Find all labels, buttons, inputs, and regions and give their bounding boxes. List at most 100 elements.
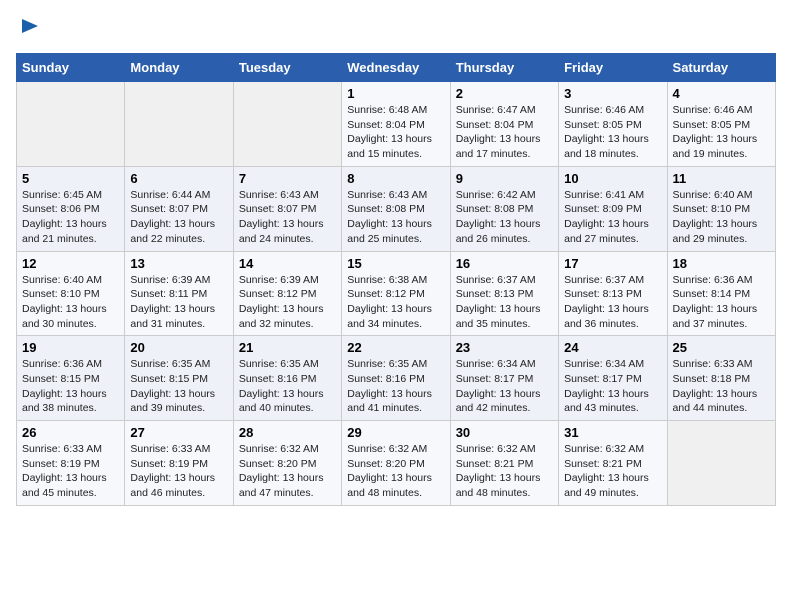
calendar-cell: 24 Sunrise: 6:34 AM Sunset: 8:17 PM Dayli… (559, 336, 667, 421)
calendar-cell: 23 Sunrise: 6:34 AM Sunset: 8:17 PM Dayli… (450, 336, 558, 421)
day-info: Sunrise: 6:46 AM Sunset: 8:05 PM Dayligh… (564, 103, 661, 162)
calendar-cell: 19 Sunrise: 6:36 AM Sunset: 8:15 PM Dayli… (17, 336, 125, 421)
day-number: 14 (239, 256, 336, 271)
day-number: 3 (564, 86, 661, 101)
calendar-week-4: 19 Sunrise: 6:36 AM Sunset: 8:15 PM Dayli… (17, 336, 776, 421)
day-info: Sunrise: 6:34 AM Sunset: 8:17 PM Dayligh… (564, 357, 661, 416)
day-info: Sunrise: 6:33 AM Sunset: 8:19 PM Dayligh… (22, 442, 119, 501)
day-number: 18 (673, 256, 770, 271)
day-number: 25 (673, 340, 770, 355)
calendar-week-2: 5 Sunrise: 6:45 AM Sunset: 8:06 PM Daylig… (17, 166, 776, 251)
day-number: 10 (564, 171, 661, 186)
day-info: Sunrise: 6:45 AM Sunset: 8:06 PM Dayligh… (22, 188, 119, 247)
day-number: 2 (456, 86, 553, 101)
day-info: Sunrise: 6:33 AM Sunset: 8:18 PM Dayligh… (673, 357, 770, 416)
day-info: Sunrise: 6:41 AM Sunset: 8:09 PM Dayligh… (564, 188, 661, 247)
day-info: Sunrise: 6:37 AM Sunset: 8:13 PM Dayligh… (456, 273, 553, 332)
day-info: Sunrise: 6:42 AM Sunset: 8:08 PM Dayligh… (456, 188, 553, 247)
day-info: Sunrise: 6:44 AM Sunset: 8:07 PM Dayligh… (130, 188, 227, 247)
day-info: Sunrise: 6:46 AM Sunset: 8:05 PM Dayligh… (673, 103, 770, 162)
day-number: 23 (456, 340, 553, 355)
day-number: 15 (347, 256, 444, 271)
day-number: 30 (456, 425, 553, 440)
day-info: Sunrise: 6:36 AM Sunset: 8:15 PM Dayligh… (22, 357, 119, 416)
calendar-cell: 20 Sunrise: 6:35 AM Sunset: 8:15 PM Dayli… (125, 336, 233, 421)
calendar-cell: 1Sunrise: 6:48 AM Sunset: 8:04 PM Daylig… (342, 82, 450, 167)
calendar-cell: 30 Sunrise: 6:32 AM Sunset: 8:21 PM Dayli… (450, 421, 558, 506)
day-info: Sunrise: 6:43 AM Sunset: 8:08 PM Dayligh… (347, 188, 444, 247)
calendar-cell: 22 Sunrise: 6:35 AM Sunset: 8:16 PM Dayli… (342, 336, 450, 421)
day-info: Sunrise: 6:34 AM Sunset: 8:17 PM Dayligh… (456, 357, 553, 416)
day-number: 9 (456, 171, 553, 186)
day-info: Sunrise: 6:39 AM Sunset: 8:12 PM Dayligh… (239, 273, 336, 332)
calendar-cell: 14 Sunrise: 6:39 AM Sunset: 8:12 PM Dayli… (233, 251, 341, 336)
day-number: 28 (239, 425, 336, 440)
col-header-friday: Friday (559, 54, 667, 82)
calendar-cell: 29 Sunrise: 6:32 AM Sunset: 8:20 PM Dayli… (342, 421, 450, 506)
day-number: 19 (22, 340, 119, 355)
calendar-cell: 3 Sunrise: 6:46 AM Sunset: 8:05 PM Daylig… (559, 82, 667, 167)
day-number: 5 (22, 171, 119, 186)
day-number: 20 (130, 340, 227, 355)
calendar-cell: 12Sunrise: 6:40 AM Sunset: 8:10 PM Dayli… (17, 251, 125, 336)
day-info: Sunrise: 6:35 AM Sunset: 8:15 PM Dayligh… (130, 357, 227, 416)
day-number: 1 (347, 86, 444, 101)
calendar-cell: 28 Sunrise: 6:32 AM Sunset: 8:20 PM Dayli… (233, 421, 341, 506)
calendar-cell: 4 Sunrise: 6:46 AM Sunset: 8:05 PM Daylig… (667, 82, 775, 167)
col-header-saturday: Saturday (667, 54, 775, 82)
calendar-week-3: 12Sunrise: 6:40 AM Sunset: 8:10 PM Dayli… (17, 251, 776, 336)
day-number: 31 (564, 425, 661, 440)
day-number: 17 (564, 256, 661, 271)
calendar-cell: 18 Sunrise: 6:36 AM Sunset: 8:14 PM Dayli… (667, 251, 775, 336)
calendar-cell: 8 Sunrise: 6:43 AM Sunset: 8:08 PM Daylig… (342, 166, 450, 251)
day-number: 24 (564, 340, 661, 355)
day-number: 6 (130, 171, 227, 186)
calendar-cell: 15 Sunrise: 6:38 AM Sunset: 8:12 PM Dayli… (342, 251, 450, 336)
day-info: Sunrise: 6:38 AM Sunset: 8:12 PM Dayligh… (347, 273, 444, 332)
calendar-cell: 26 Sunrise: 6:33 AM Sunset: 8:19 PM Dayli… (17, 421, 125, 506)
calendar-cell: 31 Sunrise: 6:32 AM Sunset: 8:21 PM Dayli… (559, 421, 667, 506)
day-info: Sunrise: 6:33 AM Sunset: 8:19 PM Dayligh… (130, 442, 227, 501)
calendar-cell: 25 Sunrise: 6:33 AM Sunset: 8:18 PM Dayli… (667, 336, 775, 421)
col-header-wednesday: Wednesday (342, 54, 450, 82)
calendar: SundayMondayTuesdayWednesdayThursdayFrid… (16, 53, 776, 506)
calendar-week-5: 26 Sunrise: 6:33 AM Sunset: 8:19 PM Dayli… (17, 421, 776, 506)
day-info: Sunrise: 6:32 AM Sunset: 8:21 PM Dayligh… (564, 442, 661, 501)
calendar-cell: 21Sunrise: 6:35 AM Sunset: 8:16 PM Dayli… (233, 336, 341, 421)
day-number: 11 (673, 171, 770, 186)
calendar-week-1: 1Sunrise: 6:48 AM Sunset: 8:04 PM Daylig… (17, 82, 776, 167)
calendar-cell: 9 Sunrise: 6:42 AM Sunset: 8:08 PM Daylig… (450, 166, 558, 251)
col-header-monday: Monday (125, 54, 233, 82)
day-number: 26 (22, 425, 119, 440)
col-header-tuesday: Tuesday (233, 54, 341, 82)
calendar-cell (17, 82, 125, 167)
day-info: Sunrise: 6:40 AM Sunset: 8:10 PM Dayligh… (673, 188, 770, 247)
calendar-cell: 2 Sunrise: 6:47 AM Sunset: 8:04 PM Daylig… (450, 82, 558, 167)
day-number: 29 (347, 425, 444, 440)
day-info: Sunrise: 6:36 AM Sunset: 8:14 PM Dayligh… (673, 273, 770, 332)
day-number: 22 (347, 340, 444, 355)
header (16, 16, 776, 41)
calendar-cell: 16Sunrise: 6:37 AM Sunset: 8:13 PM Dayli… (450, 251, 558, 336)
day-info: Sunrise: 6:32 AM Sunset: 8:20 PM Dayligh… (347, 442, 444, 501)
calendar-cell: 13 Sunrise: 6:39 AM Sunset: 8:11 PM Dayli… (125, 251, 233, 336)
day-number: 8 (347, 171, 444, 186)
logo-arrow-icon (20, 16, 40, 41)
day-number: 7 (239, 171, 336, 186)
day-info: Sunrise: 6:39 AM Sunset: 8:11 PM Dayligh… (130, 273, 227, 332)
calendar-cell: 6 Sunrise: 6:44 AM Sunset: 8:07 PM Daylig… (125, 166, 233, 251)
col-header-thursday: Thursday (450, 54, 558, 82)
day-info: Sunrise: 6:35 AM Sunset: 8:16 PM Dayligh… (347, 357, 444, 416)
calendar-cell: 5 Sunrise: 6:45 AM Sunset: 8:06 PM Daylig… (17, 166, 125, 251)
day-number: 4 (673, 86, 770, 101)
col-header-sunday: Sunday (17, 54, 125, 82)
day-info: Sunrise: 6:32 AM Sunset: 8:20 PM Dayligh… (239, 442, 336, 501)
calendar-cell: 11 Sunrise: 6:40 AM Sunset: 8:10 PM Dayli… (667, 166, 775, 251)
calendar-cell: 27Sunrise: 6:33 AM Sunset: 8:19 PM Dayli… (125, 421, 233, 506)
day-info: Sunrise: 6:32 AM Sunset: 8:21 PM Dayligh… (456, 442, 553, 501)
day-info: Sunrise: 6:47 AM Sunset: 8:04 PM Dayligh… (456, 103, 553, 162)
logo (16, 16, 40, 41)
calendar-cell (233, 82, 341, 167)
day-number: 13 (130, 256, 227, 271)
calendar-cell: 10 Sunrise: 6:41 AM Sunset: 8:09 PM Dayli… (559, 166, 667, 251)
